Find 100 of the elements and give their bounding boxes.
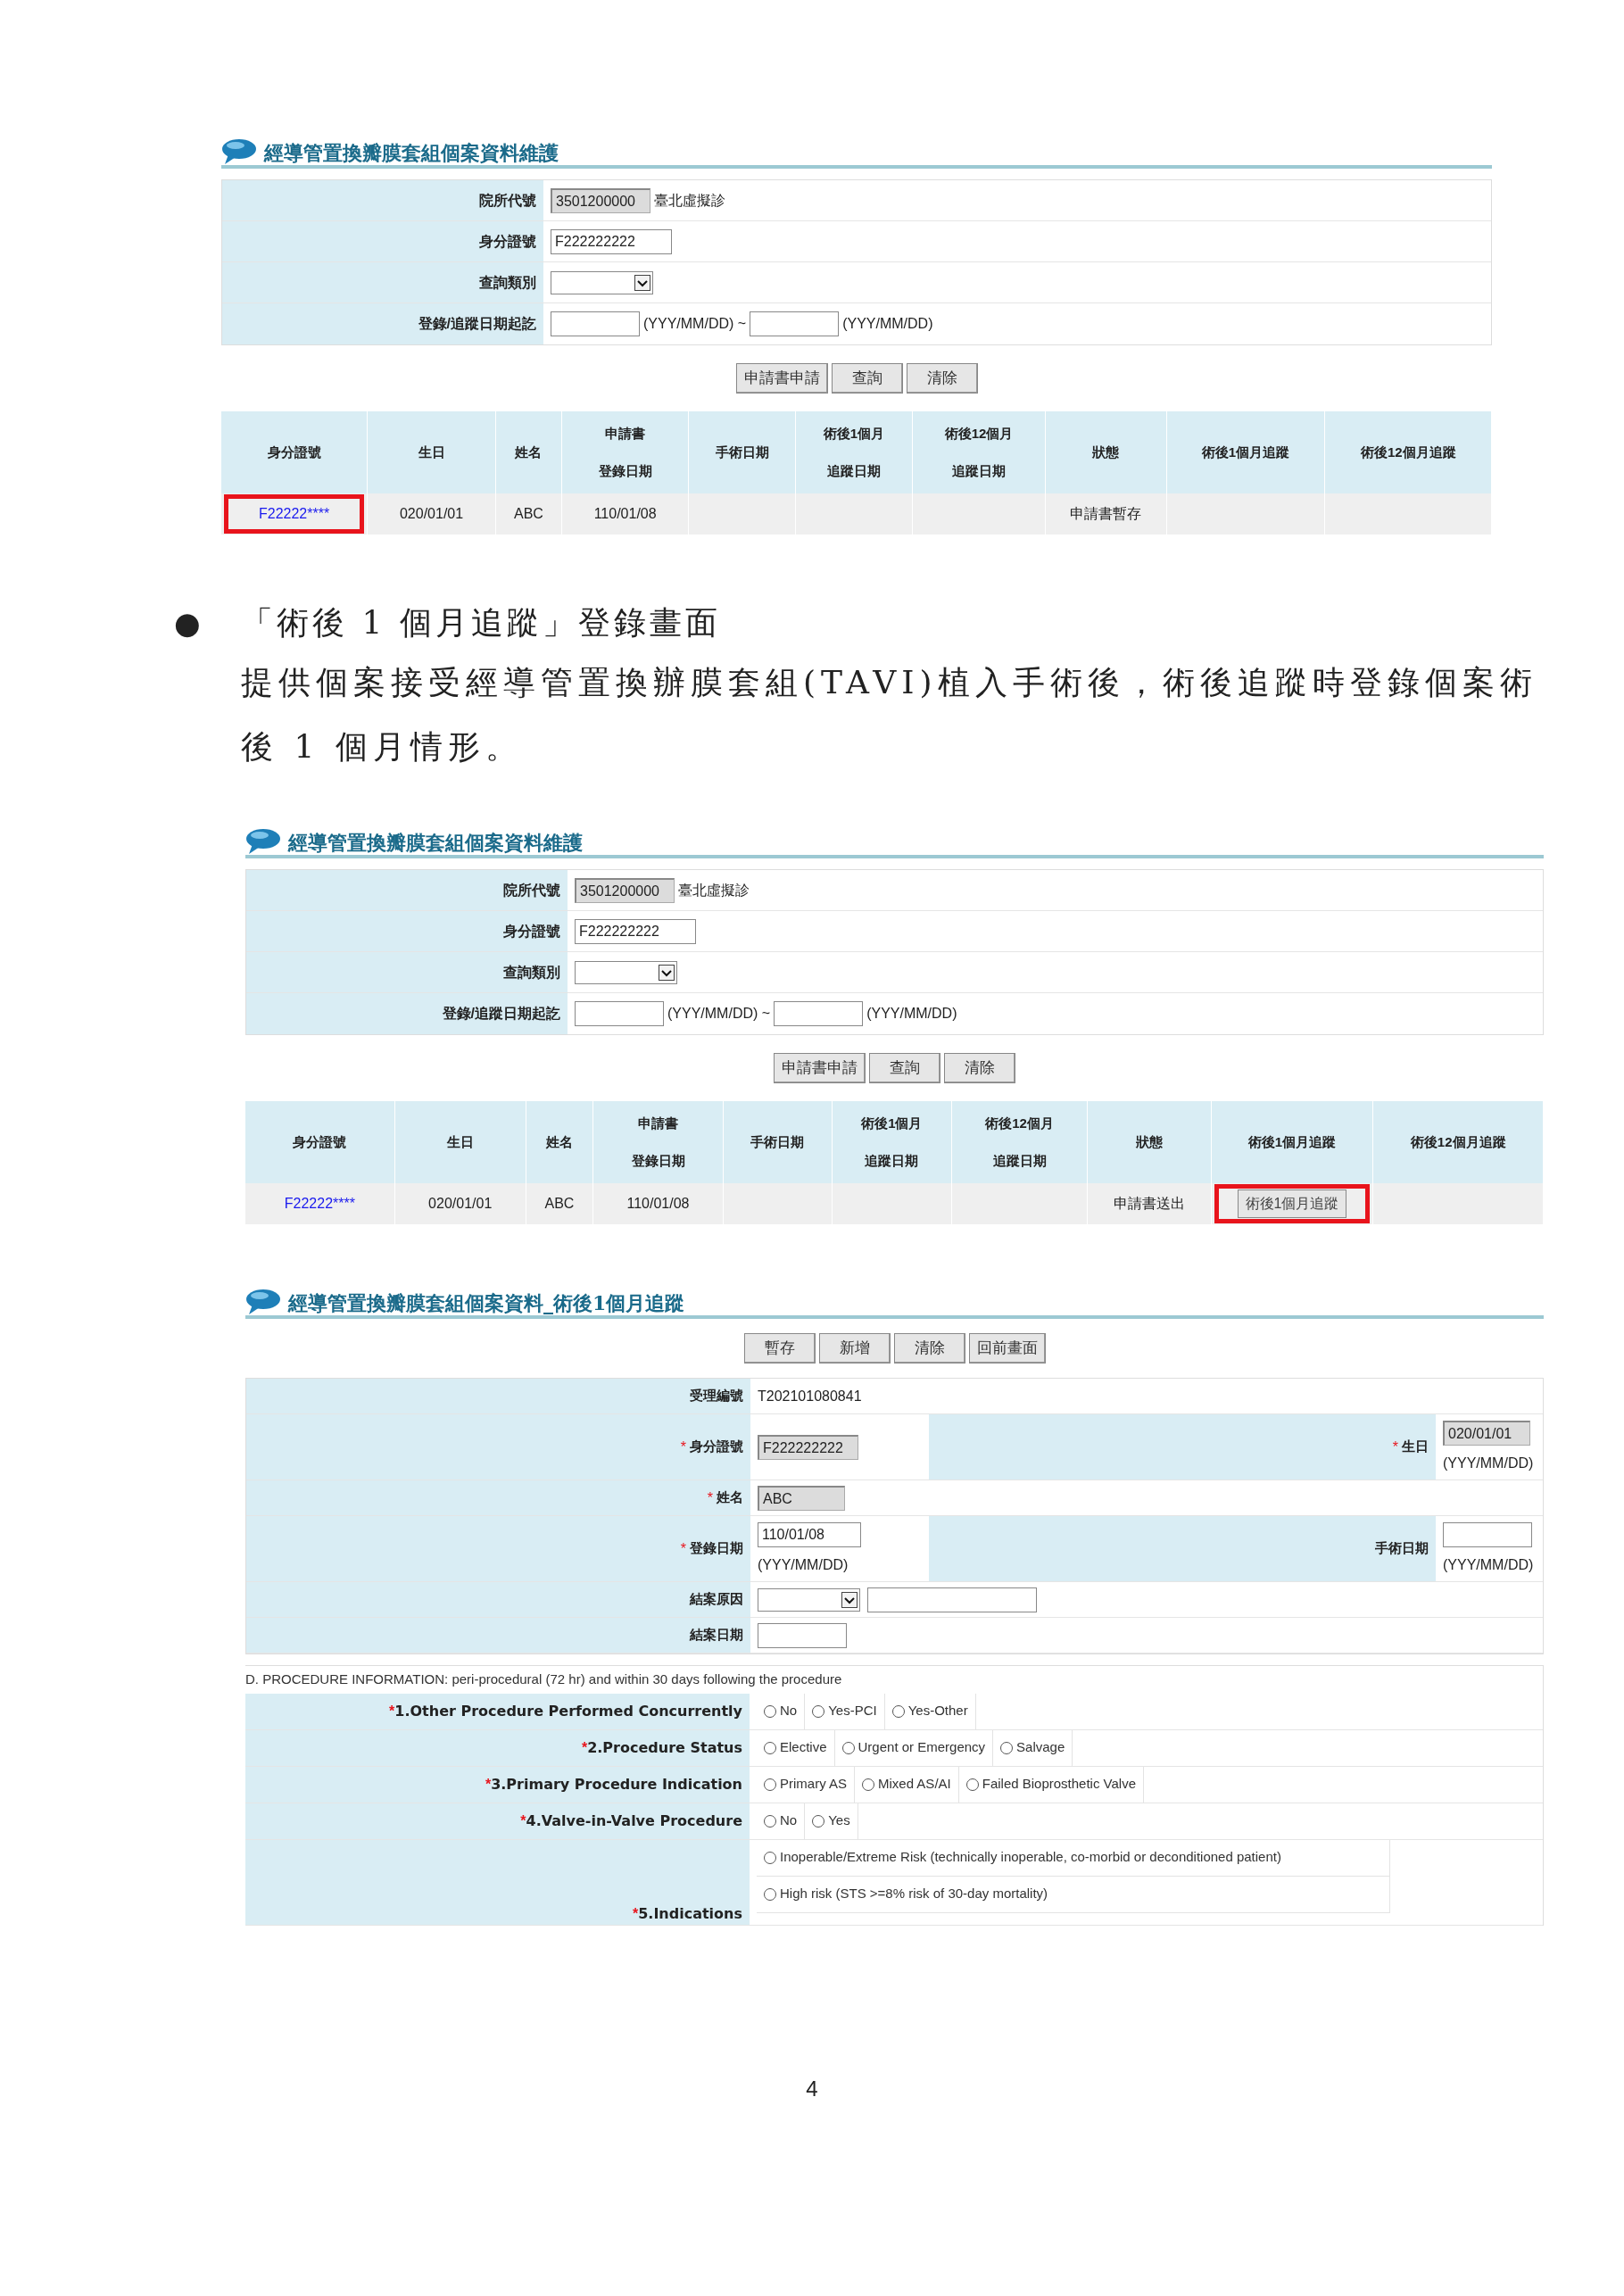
form-button[interactable]: 清除	[944, 1053, 1015, 1083]
form-button[interactable]: 暫存	[743, 1333, 816, 1364]
option-label: Failed Bioprosthetic Valve	[982, 1775, 1137, 1794]
column-header: 手術日期	[750, 1134, 805, 1149]
field-label: 結案原因	[690, 1590, 743, 1609]
body-paragraph: 提供個案接受經導管置換辦膜套組(TAVI)植入手術後，術後追蹤時登錄個案術後 1 個月情形。	[241, 663, 1538, 767]
dropdown[interactable]	[758, 1587, 860, 1612]
required-mark: *	[520, 1811, 526, 1830]
required-mark: *	[632, 1904, 639, 1923]
field-text: 臺北虛擬診	[678, 881, 750, 899]
input-field[interactable]: F222222222	[575, 918, 696, 944]
section-caption: D. PROCEDURE INFORMATION: peri-procedural (72 hr) and within 30 days following the procedure	[245, 1670, 843, 1688]
bullet: ●	[174, 603, 202, 642]
section-heading: 「術後 1 個月追蹤」登錄畫面	[241, 603, 721, 642]
input-field[interactable]	[575, 1001, 664, 1026]
option-label: High risk (STS >=8% risk of 30-day mortality)	[780, 1885, 1048, 1903]
followup-button[interactable]: 術後1個月追蹤	[1237, 1189, 1347, 1218]
field-label: 查詢類別	[503, 963, 560, 982]
form-button[interactable]: 新增	[818, 1333, 891, 1364]
table-cell-text: ABC	[544, 1195, 575, 1213]
column-header: 生日	[446, 1134, 474, 1149]
table-cell-text: 110/01/08	[626, 1195, 690, 1213]
field-label: 身分證號	[503, 922, 560, 941]
field-text: (YYY/MM/DD)	[1443, 1454, 1534, 1472]
field-label: 手術日期	[1375, 1539, 1429, 1558]
required-mark: *	[707, 1488, 713, 1507]
page-number: 4	[806, 2076, 818, 2102]
column-header: 術後12個月	[944, 426, 1014, 441]
column-header: 身分證號	[267, 444, 321, 460]
form-button[interactable]: 清除	[893, 1333, 965, 1364]
section-title: 經導管置換瓣膜套組個案資料維護	[288, 830, 583, 855]
field-text: (YYY/MM/DD)	[866, 1005, 957, 1023]
column-header: 狀態	[1092, 444, 1120, 460]
question-label: 3.Primary Procedure Indication	[491, 1774, 742, 1795]
form-button[interactable]: 清除	[906, 363, 978, 394]
input-field[interactable]: F222222222	[551, 228, 672, 254]
section-title: 經導管置換瓣膜套組個案資料維護	[264, 140, 559, 165]
form-button[interactable]: 查詢	[831, 363, 903, 394]
table-cell-text: 申請書暫存	[1070, 505, 1142, 523]
input-field[interactable]	[774, 1001, 864, 1026]
input-field[interactable]	[1443, 1521, 1532, 1547]
speech-bubble-icon	[245, 828, 281, 855]
column-header: 身分證號	[293, 1134, 347, 1149]
table-cell-text: ABC	[514, 505, 543, 523]
input-field[interactable]: 110/01/08	[758, 1521, 861, 1547]
table-cell-text: 020/01/01	[428, 1195, 493, 1213]
option-label: Elective	[780, 1738, 827, 1757]
form-button[interactable]: 回前畫面	[968, 1333, 1046, 1364]
column-header: 追蹤日期	[992, 1153, 1047, 1168]
column-header: 術後1個月	[861, 1115, 923, 1131]
input-field[interactable]	[867, 1587, 1037, 1612]
input-field[interactable]	[551, 311, 640, 336]
field-label: 受理編號	[690, 1387, 743, 1405]
question-label: 2.Procedure Status	[587, 1737, 742, 1758]
option-label: Urgent or Emergency	[858, 1738, 986, 1757]
option-label: Yes-Other	[907, 1702, 968, 1720]
option-label: No	[780, 1702, 798, 1720]
readonly-field: 3501200000	[551, 187, 650, 213]
readonly-field: F222222222	[758, 1434, 858, 1460]
table-cell-text: 申請書送出	[1114, 1195, 1185, 1213]
input-field[interactable]	[758, 1622, 847, 1648]
field-label: 身分證號	[690, 1438, 743, 1456]
column-header: 追蹤日期	[826, 463, 881, 478]
question-label: 5.Indications	[638, 1903, 742, 1924]
dropdown[interactable]	[575, 960, 677, 984]
column-header: 術後12個月追蹤	[1410, 1134, 1506, 1149]
field-text: (YYY/MM/DD) ~	[667, 1005, 771, 1023]
column-header: 姓名	[515, 444, 543, 460]
id-link[interactable]: F22222****	[284, 1193, 355, 1214]
field-label: 姓名	[717, 1488, 743, 1507]
column-header: 生日	[418, 444, 445, 460]
column-header: 術後1個月追蹤	[1247, 1134, 1337, 1149]
option-label: Primary AS	[780, 1775, 847, 1794]
table-cell-text: 020/01/01	[399, 505, 464, 523]
required-mark: *	[581, 1738, 588, 1757]
required-mark: *	[389, 1702, 395, 1720]
form-button[interactable]: 查詢	[869, 1053, 940, 1083]
option-label: Yes-PCI	[828, 1702, 877, 1720]
id-link[interactable]: F22222****	[259, 503, 330, 525]
column-header: 狀態	[1136, 1134, 1163, 1149]
option-label: Salvage	[1016, 1738, 1065, 1757]
field-text: (YYY/MM/DD)	[842, 315, 933, 333]
column-header: 登錄日期	[631, 1153, 685, 1168]
form-button[interactable]: 申請書申請	[774, 1053, 866, 1083]
form-button[interactable]: 申請書申請	[735, 363, 828, 394]
input-field[interactable]	[750, 311, 840, 336]
chevron-down-icon	[659, 964, 675, 981]
required-mark: *	[485, 1775, 492, 1794]
column-header: 術後12個月追蹤	[1360, 444, 1456, 460]
dropdown[interactable]	[551, 270, 653, 294]
column-header: 追蹤日期	[952, 463, 1007, 478]
column-header: 追蹤日期	[865, 1153, 919, 1168]
field-label: 院所代號	[479, 191, 536, 210]
column-header: 申請書	[605, 426, 646, 441]
field-text: (YYY/MM/DD) ~	[643, 315, 747, 333]
question-label: 4.Valve-in-Valve Procedure	[526, 1811, 742, 1831]
field-label: 查詢類別	[479, 273, 536, 292]
chevron-down-icon	[634, 274, 650, 291]
column-header: 姓名	[545, 1134, 573, 1149]
option-label: Yes	[828, 1811, 850, 1830]
